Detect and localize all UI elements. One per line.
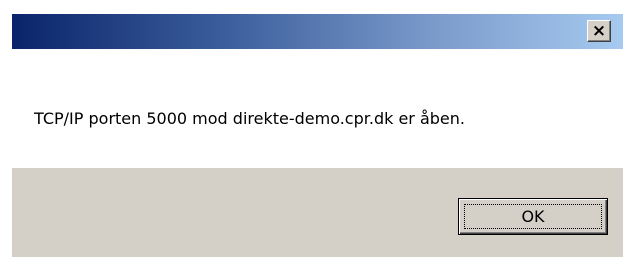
ok-button[interactable]: OK (458, 198, 608, 235)
dialog-message: TCP/IP porten 5000 mod direkte-demo.cpr.… (34, 109, 465, 128)
dialog-content: TCP/IP porten 5000 mod direkte-demo.cpr.… (12, 49, 623, 168)
ok-button-label: OK (521, 207, 545, 226)
message-dialog: × TCP/IP porten 5000 mod direkte-demo.cp… (0, 0, 623, 257)
window-left-edge (0, 14, 12, 257)
close-icon: × (591, 20, 607, 41)
close-button[interactable]: × (587, 20, 611, 42)
dialog-button-bar: OK (12, 168, 623, 257)
dialog-titlebar[interactable] (12, 14, 623, 49)
